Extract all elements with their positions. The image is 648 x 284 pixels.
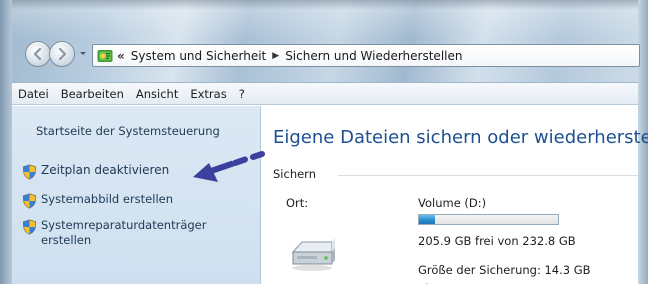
forward-arrow-icon — [58, 47, 67, 61]
shield-icon — [22, 219, 37, 235]
back-arrow-icon — [33, 47, 42, 61]
volume-free-space-text: 205.9 GB frei von 232.8 GB — [418, 234, 576, 248]
address-overflow-chevron[interactable]: « — [117, 49, 125, 63]
task-create-repair-disc-label: Systemreparaturdatenträger erstellen — [41, 218, 207, 247]
control-panel-home-link[interactable]: Startseite der Systemsteuerung — [36, 124, 220, 138]
menu-ansicht[interactable]: Ansicht — [130, 87, 184, 101]
address-bar[interactable]: « System und Sicherheit ▶ Sichern und Wi… — [92, 44, 640, 67]
shield-icon — [22, 193, 37, 209]
menu-help[interactable]: ? — [233, 87, 251, 101]
navigation-pane: Startseite der Systemsteuerung Zeitplan … — [12, 106, 261, 284]
volume-usage-fill — [419, 215, 436, 224]
section-divider — [338, 175, 638, 176]
recent-pages-dropdown[interactable] — [78, 46, 88, 60]
section-heading-sichern: Sichern — [273, 167, 316, 181]
content-pane: Eigene Dateien sichern oder wiederherste… — [262, 106, 648, 284]
menu-extras[interactable]: Extras — [184, 87, 232, 101]
hard-drive-icon — [291, 238, 335, 271]
menu-datei[interactable]: Datei — [12, 87, 55, 101]
backup-size-text: Größe der Sicherung: 14.3 GB — [418, 263, 591, 277]
window-titlebar — [0, 0, 648, 82]
back-button[interactable] — [25, 41, 51, 67]
shield-icon — [22, 164, 37, 180]
window-left-border — [0, 0, 12, 284]
volume-usage-bar — [418, 214, 559, 225]
page-title: Eigene Dateien sichern oder wiederherste… — [273, 127, 648, 148]
explorer-window: « System und Sicherheit ▶ Sichern und Wi… — [0, 0, 648, 284]
task-create-system-image[interactable]: Systemabbild erstellen — [22, 192, 173, 209]
breadcrumb-system-und-sicherheit[interactable]: System und Sicherheit — [131, 49, 267, 63]
control-panel-icon — [97, 49, 113, 62]
forward-button[interactable] — [49, 41, 75, 67]
backup-volume-label: Volume (D:) — [418, 196, 487, 210]
task-create-repair-disc[interactable]: Systemreparaturdatenträger erstellen — [22, 218, 231, 248]
task-disable-schedule[interactable]: Zeitplan deaktivieren — [22, 163, 169, 180]
task-disable-schedule-label: Zeitplan deaktivieren — [41, 163, 170, 177]
menu-bar: Datei Bearbeiten Ansicht Extras ? — [12, 82, 638, 105]
window-frame-shadow — [0, 0, 648, 10]
location-label: Ort: — [286, 196, 309, 210]
task-create-system-image-label: Systemabbild erstellen — [41, 192, 174, 206]
menu-bearbeiten[interactable]: Bearbeiten — [55, 87, 130, 101]
breadcrumb-separator-icon[interactable]: ▶ — [272, 51, 279, 61]
annotation-arrow-icon — [193, 151, 265, 182]
breadcrumb-sichern-und-wiederherstellen[interactable]: Sichern und Wiederherstellen — [285, 49, 462, 63]
